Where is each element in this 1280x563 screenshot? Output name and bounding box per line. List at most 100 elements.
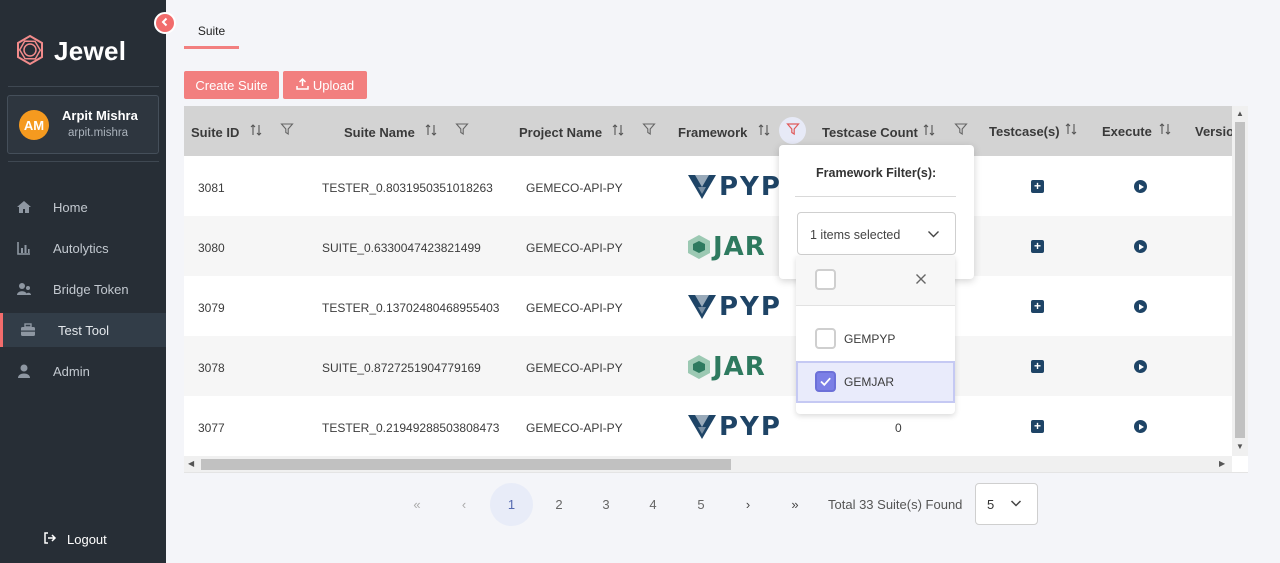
- close-icon[interactable]: [915, 273, 927, 288]
- sidebar-item-test-tool[interactable]: Test Tool: [0, 313, 166, 347]
- execute-play-icon[interactable]: [1134, 420, 1147, 433]
- sidebar-item-label: Bridge Token: [53, 282, 129, 297]
- execute-play-icon[interactable]: [1134, 300, 1147, 313]
- framework-multiselect[interactable]: 1 items selected: [797, 212, 956, 255]
- suite-id: 3081: [198, 181, 225, 195]
- brand[interactable]: Jewel: [14, 34, 126, 69]
- sidebar-item-admin[interactable]: Admin: [0, 354, 166, 388]
- prev-page-button[interactable]: ‹: [454, 497, 474, 512]
- multiselect-value: 1 items selected: [810, 228, 901, 242]
- add-testcase-button[interactable]: +: [1031, 180, 1044, 193]
- project-name: GEMECO-API-PY: [526, 301, 623, 315]
- option-gempyp[interactable]: GEMPYP: [796, 318, 955, 360]
- page-button-1[interactable]: 1: [490, 483, 533, 526]
- column-header-project-name[interactable]: Project Name: [519, 125, 602, 140]
- sort-icon[interactable]: [612, 123, 624, 137]
- upload-button[interactable]: Upload: [283, 71, 367, 99]
- home-icon: [16, 199, 32, 215]
- filter-icon[interactable]: [642, 122, 656, 136]
- framework-name: PYP: [719, 292, 782, 322]
- sidebar-item-autolytics[interactable]: Autolytics: [0, 231, 166, 265]
- page-button-2[interactable]: 2: [549, 497, 569, 512]
- add-testcase-button[interactable]: +: [1031, 360, 1044, 373]
- table-row[interactable]: 3080 SUITE_0.6330047423821499 GEMECO-API…: [184, 216, 1232, 276]
- sort-icon[interactable]: [758, 123, 770, 137]
- framework-pyp-logo: PYP: [687, 412, 782, 442]
- collapse-sidebar-button[interactable]: [154, 12, 176, 34]
- logout-button[interactable]: Logout: [43, 531, 107, 548]
- page-button-5[interactable]: 5: [691, 497, 711, 512]
- brand-name: Jewel: [54, 36, 127, 66]
- framework-name: PYP: [719, 412, 782, 442]
- column-header-suite-id[interactable]: Suite ID: [191, 125, 239, 140]
- scroll-up-icon[interactable]: ▲: [1236, 109, 1244, 118]
- column-header-testcases[interactable]: Testcase(s): [989, 124, 1060, 139]
- scroll-right-icon[interactable]: ▶: [1219, 459, 1225, 468]
- column-header-testcase-count[interactable]: Testcase Count: [822, 125, 918, 140]
- filter-popup-title: Framework Filter(s):: [816, 166, 937, 180]
- sidebar-item-home[interactable]: Home: [0, 190, 166, 224]
- filter-icon[interactable]: [455, 122, 469, 136]
- tab-suite[interactable]: Suite: [184, 18, 239, 49]
- testcase-count: 0: [895, 421, 902, 435]
- next-page-button[interactable]: ›: [738, 497, 758, 512]
- users-icon: [16, 281, 32, 297]
- user-name: Arpit Mishra: [62, 108, 138, 123]
- suite-id: 3079: [198, 301, 225, 315]
- add-testcase-button[interactable]: +: [1031, 240, 1044, 253]
- suite-name: SUITE_0.6330047423821499: [322, 241, 481, 255]
- vertical-scrollbar[interactable]: ▲ ▼: [1232, 106, 1248, 456]
- sort-icon[interactable]: [1065, 122, 1077, 136]
- horizontal-scroll-thumb[interactable]: [201, 459, 731, 470]
- dropdown-header: [796, 256, 955, 306]
- page-size-select[interactable]: 5: [975, 483, 1038, 525]
- bar-chart-icon: [16, 240, 32, 256]
- sidebar-item-label: Home: [53, 200, 88, 215]
- last-page-button[interactable]: »: [785, 497, 805, 512]
- option-gemjar[interactable]: GEMJAR: [796, 361, 955, 403]
- add-testcase-button[interactable]: +: [1031, 420, 1044, 433]
- column-header-version[interactable]: Versio: [1195, 124, 1234, 139]
- user-icon: [16, 363, 32, 379]
- framework-jar-logo: JAR: [687, 352, 766, 382]
- horizontal-scrollbar[interactable]: ◀ ▶: [184, 456, 1232, 472]
- project-name: GEMECO-API-PY: [526, 181, 623, 195]
- table-row[interactable]: 3079 TESTER_0.13702480468955403 GEMECO-A…: [184, 276, 1232, 336]
- filter-icon[interactable]: [954, 122, 968, 136]
- column-header-framework[interactable]: Framework: [678, 125, 747, 140]
- column-header-suite-name[interactable]: Suite Name: [344, 125, 415, 140]
- total-count: Total 33 Suite(s) Found: [828, 497, 963, 512]
- page-button-4[interactable]: 4: [643, 497, 663, 512]
- add-testcase-button[interactable]: +: [1031, 300, 1044, 313]
- filter-icon[interactable]: [280, 122, 294, 136]
- user-card[interactable]: AM Arpit Mishra arpit.mishra: [7, 95, 159, 154]
- sidebar-item-bridge-token[interactable]: Bridge Token: [0, 272, 166, 306]
- framework-filter-button[interactable]: [779, 117, 806, 144]
- table-row[interactable]: 3081 TESTER_0.8031950351018263 GEMECO-AP…: [184, 156, 1232, 216]
- sort-icon[interactable]: [425, 123, 437, 137]
- sidebar-item-label: Test Tool: [58, 323, 110, 338]
- execute-play-icon[interactable]: [1134, 240, 1147, 253]
- gemjar-checkbox[interactable]: [815, 371, 836, 392]
- page-button-3[interactable]: 3: [596, 497, 616, 512]
- gempyp-checkbox[interactable]: [815, 328, 836, 349]
- vertical-scroll-thumb[interactable]: [1235, 122, 1245, 438]
- execute-play-icon[interactable]: [1134, 180, 1147, 193]
- table-header: Suite ID Suite Name Project Name Framewo…: [184, 106, 1234, 156]
- scroll-down-icon[interactable]: ▼: [1236, 442, 1244, 451]
- scroll-left-icon[interactable]: ◀: [188, 459, 194, 468]
- project-name: GEMECO-API-PY: [526, 361, 623, 375]
- sort-icon[interactable]: [923, 123, 935, 137]
- framework-pyp-logo: PYP: [687, 172, 782, 202]
- create-suite-button[interactable]: Create Suite: [184, 71, 279, 99]
- first-page-button[interactable]: «: [407, 497, 427, 512]
- column-header-execute[interactable]: Execute: [1102, 124, 1152, 139]
- execute-play-icon[interactable]: [1134, 360, 1147, 373]
- select-all-checkbox[interactable]: [815, 269, 836, 290]
- sort-icon[interactable]: [1159, 122, 1171, 136]
- project-name: GEMECO-API-PY: [526, 421, 623, 435]
- table-row[interactable]: 3077 TESTER_0.21949288503808473 GEMECO-A…: [184, 396, 1232, 456]
- sort-icon[interactable]: [250, 123, 262, 137]
- table-row[interactable]: 3078 SUITE_0.8727251904779169 GEMECO-API…: [184, 336, 1232, 396]
- check-icon: [820, 377, 831, 387]
